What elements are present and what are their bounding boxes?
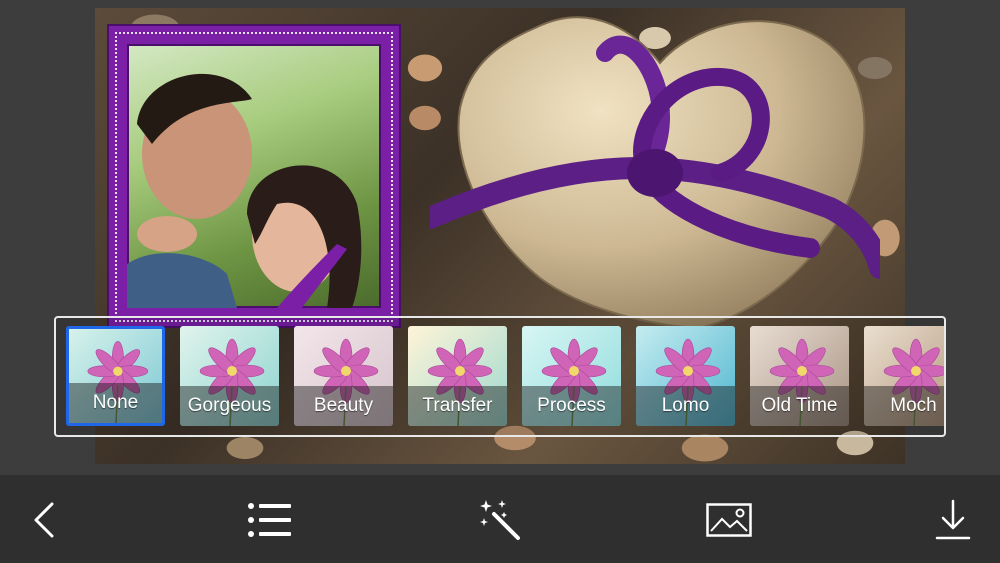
filter-moch[interactable]: Moch — [864, 326, 944, 426]
save-button[interactable] — [928, 495, 978, 545]
back-chevron-icon — [34, 502, 54, 538]
download-icon — [935, 499, 971, 540]
filter-label-bar: Transfer — [408, 386, 507, 426]
filter-label: Gorgeous — [187, 395, 272, 416]
gallery-button[interactable] — [704, 495, 754, 545]
filter-strip[interactable]: None Gorgeous Beauty Transfer Process Lo… — [54, 316, 946, 437]
filter-list: None Gorgeous Beauty Transfer Process Lo… — [66, 326, 944, 426]
filter-label-bar: None — [69, 383, 162, 423]
filter-label: Moch — [890, 395, 937, 416]
photo-frame[interactable] — [109, 26, 399, 326]
filter-beauty[interactable]: Beauty — [294, 326, 393, 426]
filter-label-bar: Process — [522, 386, 621, 426]
image-icon — [706, 503, 752, 537]
filter-label-bar: Beauty — [294, 386, 393, 426]
filter-transfer[interactable]: Transfer — [408, 326, 507, 426]
magic-wand-icon — [480, 500, 520, 540]
heart-stone-image — [430, 16, 880, 330]
filter-label: Transfer — [422, 395, 493, 416]
filter-process[interactable]: Process — [522, 326, 621, 426]
bottom-toolbar — [0, 475, 1000, 563]
filter-label: None — [92, 392, 139, 413]
filter-label: Lomo — [661, 395, 710, 416]
filter-label-bar: Gorgeous — [180, 386, 279, 426]
filter-label: Old Time — [761, 395, 838, 416]
photo-editor-app: None Gorgeous Beauty Transfer Process Lo… — [0, 0, 1000, 563]
list-icon — [248, 503, 291, 537]
filter-label: Beauty — [313, 395, 374, 416]
filter-label: Process — [537, 395, 606, 416]
filter-none[interactable]: None — [66, 326, 165, 426]
filter-label-bar: Lomo — [636, 386, 735, 426]
filter-label-bar: Old Time — [750, 386, 849, 426]
filter-gorgeous[interactable]: Gorgeous — [180, 326, 279, 426]
menu-button[interactable] — [245, 495, 295, 545]
couple-photo — [127, 73, 362, 308]
back-button[interactable] — [20, 495, 70, 545]
filter-old-time[interactable]: Old Time — [750, 326, 849, 426]
filter-lomo[interactable]: Lomo — [636, 326, 735, 426]
filter-label-bar: Moch — [864, 386, 944, 426]
effects-button[interactable] — [475, 495, 525, 545]
